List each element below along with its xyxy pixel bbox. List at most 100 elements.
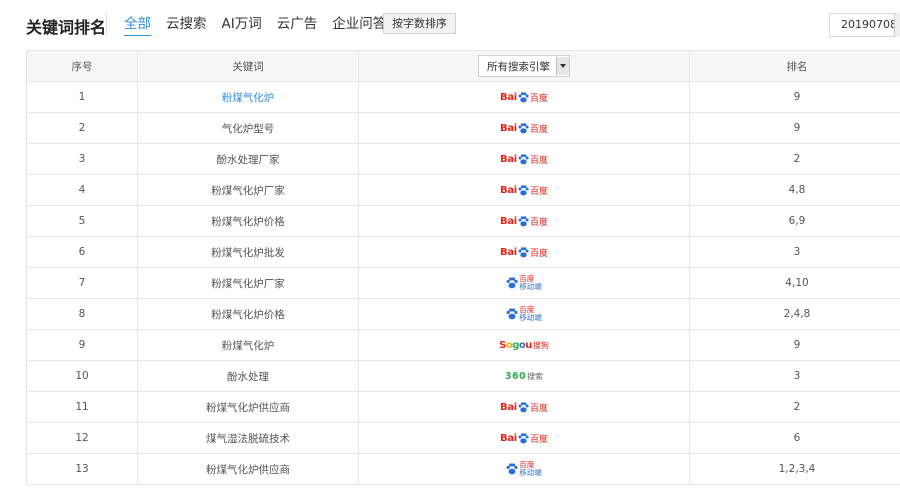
tab-ai-words[interactable]: AI万词 bbox=[222, 14, 262, 36]
engine-cell: 百度 移动端 bbox=[358, 453, 690, 485]
baidu-logo-icon: Bai 百度 bbox=[500, 119, 548, 137]
table-header-row: 序号 关键词 所有搜索引擎 排名 bbox=[26, 50, 900, 82]
table-row: 9 粉煤气化炉 Sogou 搜狗 9 bbox=[26, 329, 900, 361]
baidu-mobile-label: 百度 移动端 bbox=[519, 461, 542, 477]
tab-cloud-ads[interactable]: 云广告 bbox=[277, 14, 318, 36]
baidu-mobile-bottom: 移动端 bbox=[519, 468, 542, 477]
engine-cell: Bai 百度 bbox=[358, 143, 690, 175]
row-index: 5 bbox=[26, 205, 138, 237]
keyword-cell: 粉煤气化炉 bbox=[137, 329, 359, 361]
engine-cell: Bai 百度 bbox=[358, 391, 690, 423]
360-logo-latin: 360 bbox=[504, 370, 527, 382]
baidu-logo-latin: Bai bbox=[500, 246, 517, 258]
keyword-cell: 煤气湿法脱硫技术 bbox=[137, 422, 359, 454]
engine-cell: 百度 移动端 bbox=[358, 267, 690, 299]
engine-filter-select[interactable]: 所有搜索引擎 bbox=[478, 55, 570, 77]
column-header-index: 序号 bbox=[26, 50, 138, 82]
tab-cloud-search[interactable]: 云搜索 bbox=[166, 14, 207, 36]
engine-cell: Sogou 搜狗 bbox=[358, 329, 690, 361]
engine-cell: 360 搜索 bbox=[358, 360, 690, 392]
rank-cell: 1,2,3,4 bbox=[689, 453, 900, 485]
paw-icon bbox=[518, 153, 529, 164]
tab-all[interactable]: 全部 bbox=[124, 14, 151, 36]
column-header-keyword: 关键词 bbox=[137, 50, 359, 82]
row-index: 12 bbox=[26, 422, 138, 454]
baidu-logo-latin: Bai bbox=[500, 122, 517, 134]
keyword-ranking-table: 序号 关键词 所有搜索引擎 排名 1 粉煤气化炉 Bai 百度 9 2 气化炉型号 Bai 百度… bbox=[26, 50, 900, 500]
row-index: 8 bbox=[26, 298, 138, 330]
baidu-logo-icon: Bai 百度 bbox=[500, 243, 548, 261]
baidu-logo-icon: Bai 百度 bbox=[500, 150, 548, 168]
keyword-cell: 粉煤气化炉厂家 bbox=[137, 174, 359, 206]
rank-cell: 2 bbox=[689, 391, 900, 423]
baidu-logo-cn: 百度 bbox=[529, 93, 548, 104]
keyword-cell: 粉煤气化炉厂家 bbox=[137, 267, 359, 299]
rank-cell: 2 bbox=[689, 143, 900, 175]
table-row: 7 粉煤气化炉厂家 百度 移动端 4,10 bbox=[26, 267, 900, 299]
360-logo-icon: 360 搜索 bbox=[505, 367, 543, 385]
row-index: 7 bbox=[26, 267, 138, 299]
keyword-cell: 酚水处理 bbox=[137, 360, 359, 392]
sort-by-length-button[interactable]: 按字数排序 bbox=[383, 13, 456, 34]
baidu-logo-latin: Bai bbox=[500, 153, 517, 165]
title-divider bbox=[106, 12, 107, 36]
paw-icon bbox=[518, 122, 529, 133]
engine-cell: 百度 移动端 bbox=[358, 298, 690, 330]
keyword-cell: 粉煤气化炉价格 bbox=[137, 298, 359, 330]
tab-enterprise-qa[interactable]: 企业问答 bbox=[332, 14, 386, 36]
rank-cell: 4,8 bbox=[689, 174, 900, 206]
baidu-logo-icon: Bai 百度 bbox=[500, 181, 548, 199]
paw-icon bbox=[506, 463, 518, 475]
rank-cell: 3 bbox=[689, 360, 900, 392]
baidu-logo-cn: 百度 bbox=[529, 403, 548, 414]
baidu-logo-icon: Bai 百度 bbox=[500, 88, 548, 106]
paw-icon bbox=[518, 184, 529, 195]
keyword-cell: 酚水处理厂家 bbox=[137, 143, 359, 175]
engine-cell: Bai 百度 bbox=[358, 422, 690, 454]
engine-cell: Bai 百度 bbox=[358, 236, 690, 268]
paw-icon bbox=[518, 91, 529, 102]
baidu-logo-cn: 百度 bbox=[529, 186, 548, 197]
table-row: 1 粉煤气化炉 Bai 百度 9 bbox=[26, 81, 900, 113]
table-row: 6 粉煤气化炉批发 Bai 百度 3 bbox=[26, 236, 900, 268]
page-title: 关键词排名 bbox=[26, 18, 107, 37]
date-select[interactable]: 20190708 bbox=[829, 13, 900, 37]
table-row: 3 酚水处理厂家 Bai 百度 2 bbox=[26, 143, 900, 175]
row-index: 11 bbox=[26, 391, 138, 423]
rank-cell: 6 bbox=[689, 422, 900, 454]
keyword-cell: 粉煤气化炉价格 bbox=[137, 205, 359, 237]
row-index: 4 bbox=[26, 174, 138, 206]
keyword-link[interactable]: 粉煤气化炉 bbox=[137, 81, 359, 113]
keyword-cell: 气化炉型号 bbox=[137, 112, 359, 144]
row-index: 13 bbox=[26, 453, 138, 485]
baidu-logo-icon: Bai 百度 bbox=[500, 398, 548, 416]
tab-bar: 全部 云搜索 AI万词 云广告 企业问答 bbox=[124, 14, 401, 36]
sogou-logo-cn: 搜狗 bbox=[532, 340, 549, 350]
table-row: 13 粉煤气化炉供应商 百度 移动端 1,2,3,4 bbox=[26, 453, 900, 485]
baidu-logo-latin: Bai bbox=[500, 401, 517, 413]
top-bar: 关键词排名 全部 云搜索 AI万词 云广告 企业问答 按字数排序 2019070… bbox=[0, 0, 900, 48]
date-dropdown-arrow-icon[interactable] bbox=[894, 13, 900, 37]
baidu-logo-cn: 百度 bbox=[529, 217, 548, 228]
baidu-logo-icon: Bai 百度 bbox=[500, 212, 548, 230]
chevron-down-icon[interactable] bbox=[556, 57, 569, 75]
paw-icon bbox=[506, 308, 518, 320]
baidu-logo-cn: 百度 bbox=[529, 248, 548, 259]
paw-icon bbox=[518, 246, 529, 257]
column-header-rank: 排名 bbox=[689, 50, 900, 82]
baidu-mobile-logo-icon: 百度 移动端 bbox=[506, 274, 542, 292]
row-index: 10 bbox=[26, 360, 138, 392]
baidu-mobile-label: 百度 移动端 bbox=[519, 306, 542, 322]
engine-cell: Bai 百度 bbox=[358, 112, 690, 144]
keyword-cell: 粉煤气化炉批发 bbox=[137, 236, 359, 268]
sogou-logo-latin: Sogou bbox=[499, 339, 532, 351]
baidu-logo-cn: 百度 bbox=[529, 434, 548, 445]
row-index: 2 bbox=[26, 112, 138, 144]
rank-cell: 2,4,8 bbox=[689, 298, 900, 330]
column-header-engine: 所有搜索引擎 bbox=[358, 50, 690, 82]
table-row: 2 气化炉型号 Bai 百度 9 bbox=[26, 112, 900, 144]
baidu-logo-latin: Bai bbox=[500, 432, 517, 444]
table-row: 5 粉煤气化炉价格 Bai 百度 6,9 bbox=[26, 205, 900, 237]
paw-icon bbox=[518, 215, 529, 226]
rank-cell: 6,9 bbox=[689, 205, 900, 237]
